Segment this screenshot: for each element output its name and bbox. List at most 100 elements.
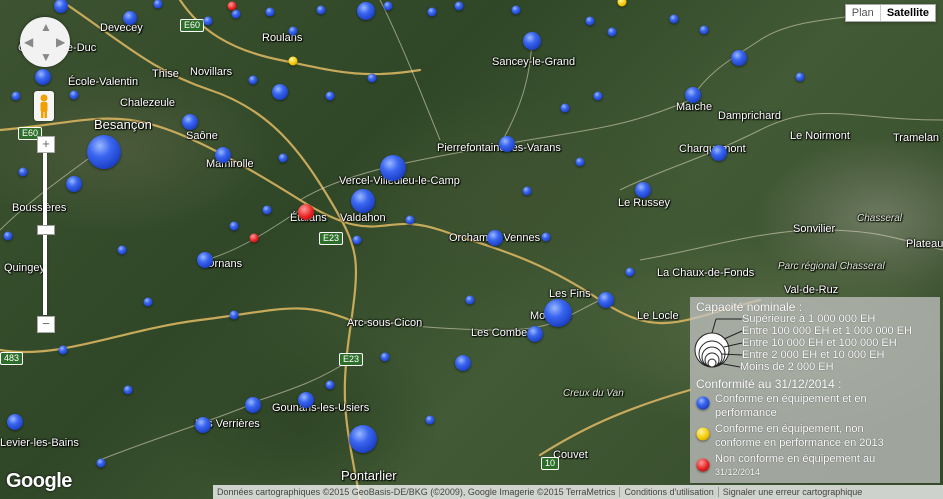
station-marker-blue[interactable] [58, 345, 68, 355]
station-marker-blue[interactable] [262, 205, 272, 215]
station-marker-blue[interactable] [203, 16, 213, 26]
station-marker-blue[interactable] [96, 458, 106, 468]
station-marker-blue[interactable] [635, 182, 651, 198]
map-type-satellite-button[interactable]: Satellite [879, 5, 935, 21]
pan-right-icon[interactable]: ▶ [56, 36, 65, 48]
map-canvas[interactable]: DeveceyChâtillon-le-DucÉcole-ValentinThi… [0, 0, 943, 499]
legend-conformity-line: Conforme en équipement et en [715, 393, 867, 405]
station-marker-blue[interactable] [278, 153, 288, 163]
station-marker-blue[interactable] [527, 326, 543, 342]
station-marker-blue[interactable] [454, 1, 464, 11]
terms-link[interactable]: Conditions d'utilisation [620, 487, 717, 497]
station-marker-blue[interactable] [66, 176, 82, 192]
station-marker-blue[interactable] [351, 189, 375, 213]
station-marker-blue[interactable] [575, 157, 585, 167]
station-marker-blue[interactable] [522, 186, 532, 196]
station-marker-blue[interactable] [598, 292, 614, 308]
station-marker-blue[interactable] [585, 16, 595, 26]
station-marker-blue[interactable] [487, 230, 503, 246]
station-marker-blue[interactable] [316, 5, 326, 15]
station-marker-blue[interactable] [523, 32, 541, 50]
station-marker-yellow[interactable] [288, 56, 298, 66]
station-marker-blue[interactable] [229, 310, 239, 320]
legend-conformity-line: Conforme en équipement, non [715, 423, 864, 435]
legend-conformity-line: 31/12/2014 [715, 467, 761, 477]
station-marker-blue[interactable] [18, 167, 28, 177]
station-marker-blue[interactable] [117, 245, 127, 255]
place-label: Boussières [12, 202, 67, 214]
station-marker-blue[interactable] [795, 72, 805, 82]
report-error-link[interactable]: Signaler une erreur cartographique [719, 487, 867, 497]
station-marker-blue[interactable] [607, 27, 617, 37]
station-marker-blue[interactable] [593, 91, 603, 101]
station-marker-blue[interactable] [229, 221, 239, 231]
station-marker-blue[interactable] [685, 87, 701, 103]
zoom-slider-thumb[interactable] [37, 225, 55, 235]
place-label: Les Combes [471, 327, 533, 339]
map-type-plan-button[interactable]: Plan [846, 5, 880, 21]
zoom-in-button[interactable]: + [37, 136, 55, 153]
station-marker-blue[interactable] [143, 297, 153, 307]
street-view-pegman[interactable] [34, 91, 54, 121]
station-marker-blue[interactable] [272, 84, 288, 100]
station-marker-blue[interactable] [325, 91, 335, 101]
station-marker-blue[interactable] [248, 75, 258, 85]
station-marker-blue[interactable] [35, 69, 51, 85]
road-shield: E60 [180, 19, 205, 32]
pan-up-icon[interactable]: ▲ [40, 21, 52, 33]
pan-down-icon[interactable]: ▼ [40, 51, 52, 63]
station-marker-blue[interactable] [215, 147, 231, 163]
station-marker-blue[interactable] [7, 414, 23, 430]
station-marker-blue[interactable] [731, 50, 747, 66]
station-marker-blue[interactable] [699, 25, 709, 35]
station-marker-blue[interactable] [231, 9, 241, 19]
legend-conformity-line: Non conforme en équipement au [715, 453, 876, 465]
station-marker-blue[interactable] [711, 145, 727, 161]
station-marker-blue[interactable] [123, 11, 137, 25]
station-marker-blue[interactable] [455, 355, 471, 371]
station-marker-red[interactable] [249, 233, 259, 243]
station-marker-blue[interactable] [625, 267, 635, 277]
station-marker-blue[interactable] [541, 232, 551, 242]
place-label: Thise [152, 68, 179, 80]
station-marker-red[interactable] [298, 204, 314, 220]
station-marker-blue[interactable] [87, 135, 121, 169]
zoom-out-button[interactable]: − [37, 316, 55, 333]
station-marker-red[interactable] [227, 1, 237, 11]
station-marker-blue[interactable] [123, 385, 133, 395]
legend-capacity-item: Supérieure à 1 000 000 EH [742, 313, 876, 325]
station-marker-blue[interactable] [195, 417, 211, 433]
station-marker-blue[interactable] [153, 0, 163, 9]
station-marker-blue[interactable] [325, 380, 335, 390]
station-marker-blue[interactable] [380, 352, 390, 362]
place-label: Chalezeule [120, 97, 176, 109]
station-marker-blue[interactable] [380, 155, 406, 181]
place-label: Gounans-les-Usiers [272, 402, 370, 414]
station-marker-blue[interactable] [465, 295, 475, 305]
station-marker-blue[interactable] [288, 26, 298, 36]
station-marker-blue[interactable] [560, 103, 570, 113]
station-marker-blue[interactable] [197, 252, 213, 268]
station-marker-blue[interactable] [245, 397, 261, 413]
station-marker-blue[interactable] [352, 235, 362, 245]
pan-control[interactable]: ▲ ▼ ◀ ▶ [20, 17, 70, 67]
pan-left-icon[interactable]: ◀ [24, 36, 33, 48]
station-marker-blue[interactable] [298, 392, 314, 408]
legend-conformity-title: Conformité au 31/12/2014 : [696, 377, 842, 391]
station-marker-blue[interactable] [511, 5, 521, 15]
station-marker-blue[interactable] [182, 114, 198, 130]
station-marker-blue[interactable] [669, 14, 679, 24]
station-marker-blue[interactable] [499, 136, 515, 152]
station-marker-blue[interactable] [265, 7, 275, 17]
station-marker-blue[interactable] [11, 91, 21, 101]
station-marker-blue[interactable] [383, 1, 393, 11]
station-marker-blue[interactable] [405, 215, 415, 225]
station-marker-blue[interactable] [425, 415, 435, 425]
station-marker-blue[interactable] [69, 90, 79, 100]
station-marker-blue[interactable] [544, 299, 572, 327]
station-marker-blue[interactable] [427, 7, 437, 17]
station-marker-blue[interactable] [357, 2, 375, 20]
station-marker-blue[interactable] [349, 425, 377, 453]
station-marker-blue[interactable] [3, 231, 13, 241]
station-marker-blue[interactable] [367, 73, 377, 83]
